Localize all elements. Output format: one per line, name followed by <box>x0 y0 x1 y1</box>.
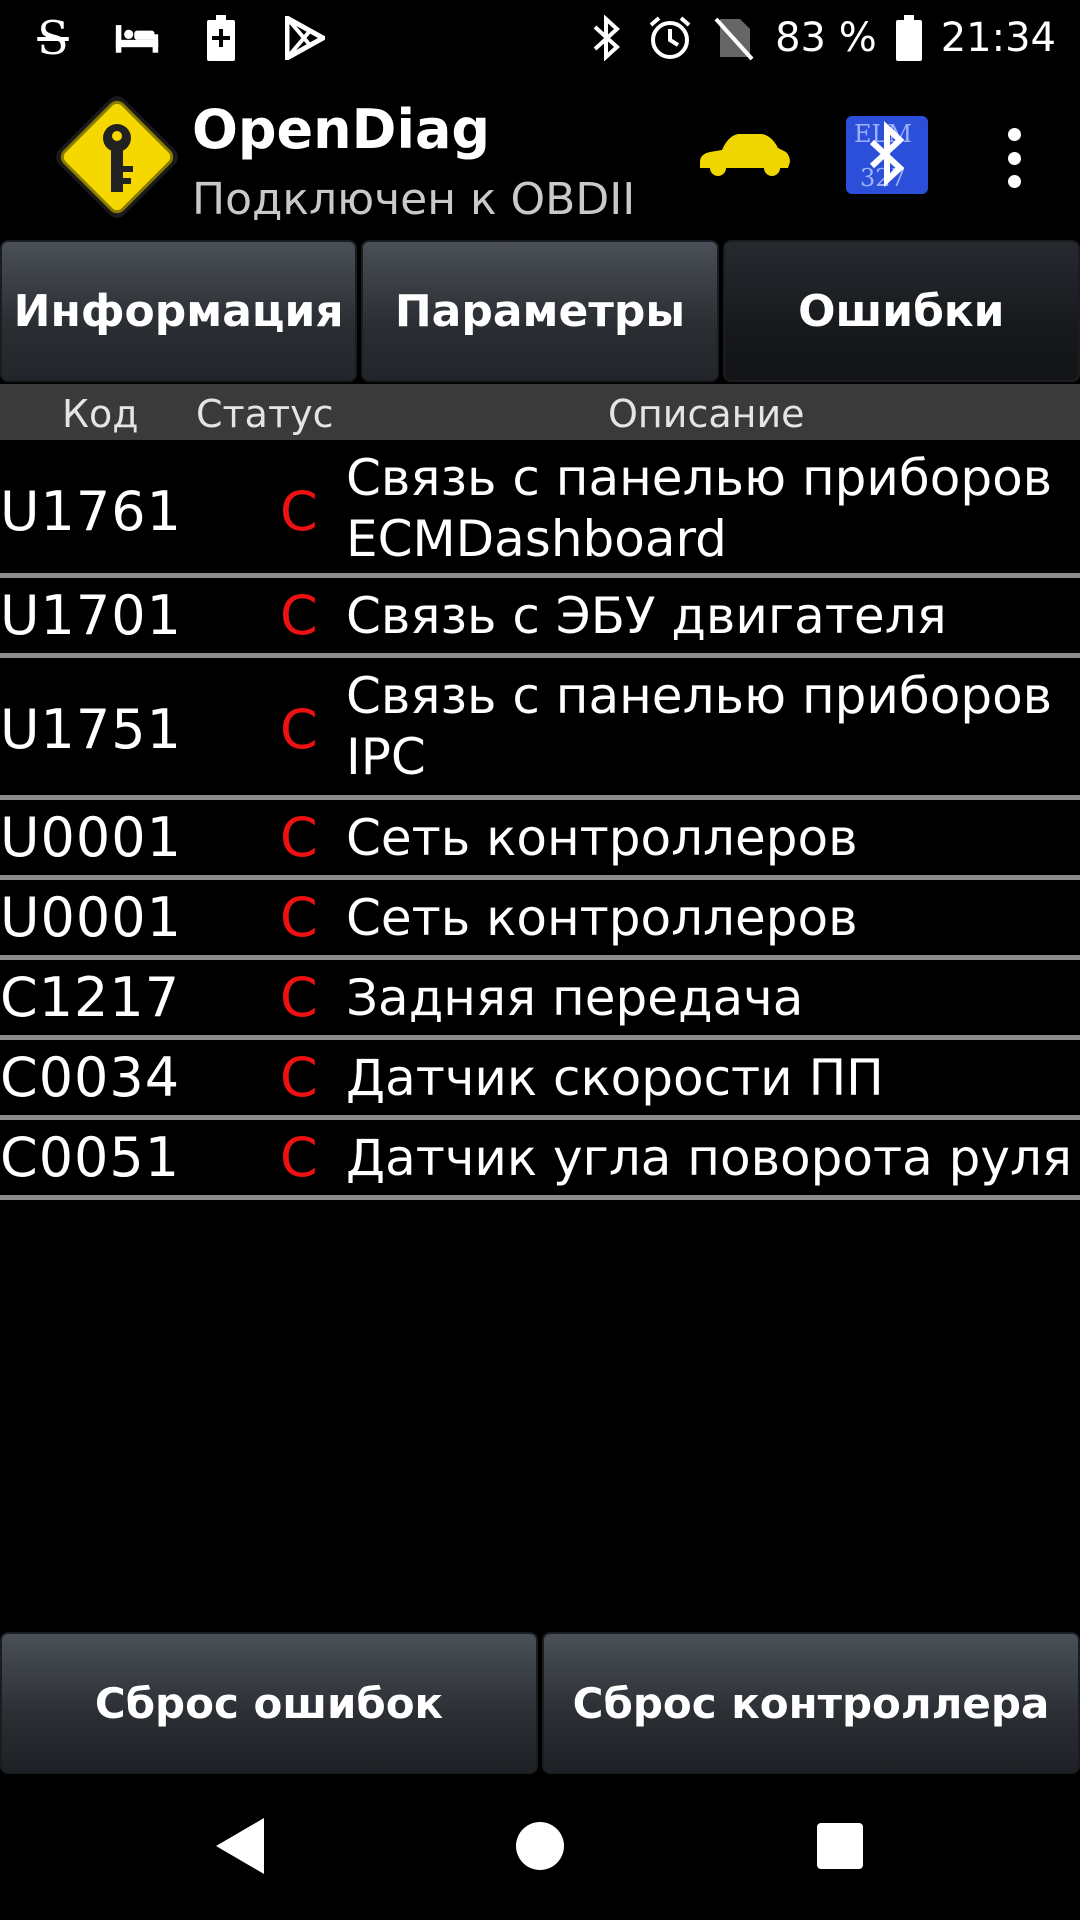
bottom-actions: Сброс ошибок Сброс контроллера <box>0 1632 1080 1774</box>
error-code: U0001 <box>0 886 182 949</box>
error-status: C <box>280 806 318 869</box>
error-status: C <box>280 966 318 1029</box>
error-status: C <box>280 1046 318 1109</box>
column-header-description: Описание <box>608 392 805 436</box>
error-status: C <box>280 886 318 949</box>
tab-parameters[interactable]: Параметры <box>361 240 719 382</box>
tab-bar: Информация Параметры Ошибки <box>0 240 1080 382</box>
table-row[interactable]: U0001 C Сеть контроллеров <box>0 800 1080 880</box>
reset-controller-button[interactable]: Сброс контроллера <box>542 1632 1080 1774</box>
error-description: Сеть контроллеров <box>346 809 858 867</box>
error-code: U1701 <box>0 584 182 647</box>
table-row[interactable]: U1701 C Связь с ЭБУ двигателя <box>0 578 1080 658</box>
clock: 21:34 <box>940 15 1056 61</box>
navigation-bar <box>0 1778 1080 1920</box>
bed-icon <box>114 15 160 61</box>
error-code: U0001 <box>0 806 182 869</box>
action-bar: OpenDiag Подключен к OBDII ELM 327 <box>0 78 1080 238</box>
table-header: Код Статус Описание <box>0 384 1080 440</box>
error-description: Датчик скорости ПП <box>346 1049 884 1107</box>
svg-text:ELM: ELM <box>854 120 912 148</box>
error-description: Датчик угла поворота руля <box>346 1129 1073 1187</box>
bluetooth-icon <box>583 15 629 61</box>
elm327-bluetooth-icon[interactable]: ELM 327 <box>846 116 928 194</box>
no-sim-icon <box>711 15 757 61</box>
table-row[interactable]: U0001 C Сеть контроллеров <box>0 880 1080 960</box>
error-status: C <box>280 584 318 647</box>
status-bar-right: 83 % 21:34 <box>583 10 1056 66</box>
error-status: C <box>280 698 318 761</box>
table-row[interactable]: C0034 C Датчик скорости ПП <box>0 1040 1080 1120</box>
table-row[interactable]: C1217 C Задняя передача <box>0 960 1080 1040</box>
error-code: C0034 <box>0 1046 181 1109</box>
error-description: Сеть контроллеров <box>346 889 858 947</box>
error-list: U1761 C Связь с панелью приборов ECMDash… <box>0 440 1080 1200</box>
table-row[interactable]: U1761 C Связь с панелью приборов ECMDash… <box>0 440 1080 578</box>
back-icon[interactable] <box>214 1816 266 1880</box>
battery-charging-icon <box>198 15 244 61</box>
error-status: C <box>280 1126 318 1189</box>
more-vert-icon[interactable] <box>990 128 1038 188</box>
play-store-icon <box>282 15 328 61</box>
home-icon[interactable] <box>516 1822 564 1870</box>
tab-errors[interactable]: Ошибки <box>722 240 1080 382</box>
s-notification-icon: S <box>37 11 69 65</box>
column-header-code: Код <box>62 392 139 436</box>
error-status: C <box>280 480 318 543</box>
battery-icon <box>895 15 923 61</box>
error-description: Связь с ЭБУ двигателя <box>346 587 947 645</box>
error-description: Задняя передача <box>346 969 804 1027</box>
error-description: Связь с панелью приборов IPC <box>346 667 1053 786</box>
table-row[interactable]: U1751 C Связь с панелью приборов IPC <box>0 658 1080 800</box>
column-header-status: Статус <box>196 392 334 436</box>
battery-percent: 83 % <box>775 15 877 61</box>
error-code: C0051 <box>0 1126 181 1189</box>
connection-status: Подключен к OBDII <box>192 174 636 225</box>
tab-information[interactable]: Информация <box>0 240 358 382</box>
error-code: U1761 <box>0 480 182 543</box>
alarm-icon <box>647 15 693 61</box>
key-diamond-logo-icon <box>46 86 188 228</box>
reset-errors-button[interactable]: Сброс ошибок <box>0 1632 538 1774</box>
status-bar: S 83 % 21:34 <box>0 0 1080 75</box>
recents-icon[interactable] <box>817 1823 863 1869</box>
status-bar-left: S <box>30 10 328 66</box>
error-code: C1217 <box>0 966 181 1029</box>
error-description: Связь с панелью приборов ECMDashboard <box>346 449 1053 568</box>
app-title: OpenDiag <box>192 98 491 161</box>
car-icon[interactable] <box>694 118 794 188</box>
table-row[interactable]: C0051 C Датчик угла поворота руля <box>0 1120 1080 1200</box>
error-code: U1751 <box>0 698 182 761</box>
